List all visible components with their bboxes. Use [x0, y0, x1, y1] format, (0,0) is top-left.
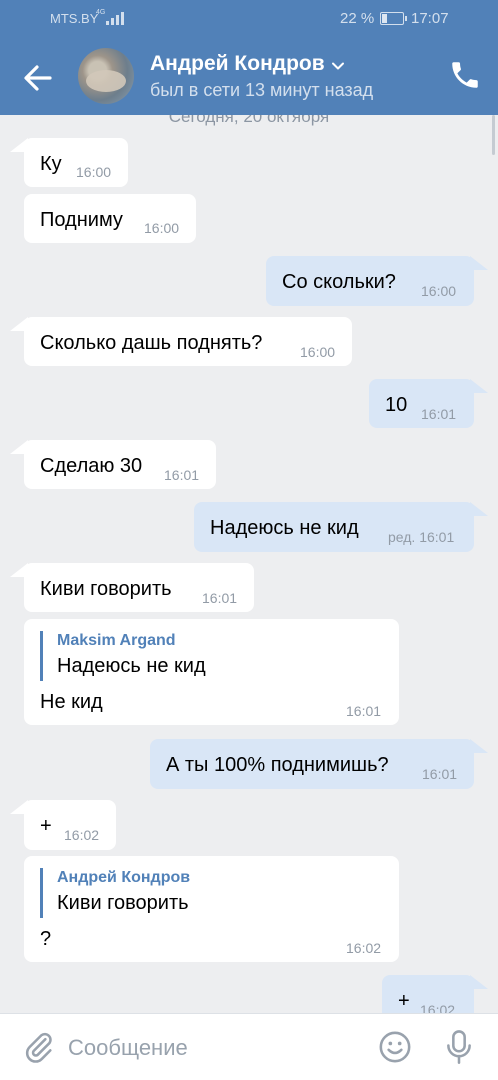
message-bubble-outgoing[interactable]: Надеюсь не кид ред. 16:01 — [194, 502, 488, 552]
reply-text: Надеюсь не кид — [57, 655, 206, 677]
message-time: 16:01 — [164, 467, 200, 483]
attach-button[interactable] — [22, 1030, 56, 1064]
carrier-name: MTS.BY — [50, 11, 99, 26]
message-bubble-incoming[interactable]: Киви говорить 16:01 — [10, 563, 254, 612]
message-time: 16:01 — [202, 590, 238, 606]
reply-text: Киви говорить — [57, 892, 189, 914]
message-bubble-incoming[interactable]: Подниму 16:00 — [24, 194, 196, 243]
message-text: + — [40, 815, 52, 837]
chat-scrollbar[interactable] — [492, 115, 495, 155]
message-bubble-incoming[interactable]: + 16:02 — [10, 800, 116, 850]
contact-status: был в сети 13 минут назад — [150, 80, 374, 100]
message-text: Киви говорить — [40, 578, 172, 600]
status-bar: MTS.BY 4G 22 % 17:07 — [0, 0, 498, 38]
message-text: А ты 100% поднимишь? — [166, 754, 389, 776]
contact-avatar[interactable] — [78, 48, 134, 104]
signal-icon — [106, 11, 124, 25]
battery-icon — [380, 12, 407, 25]
call-button[interactable] — [448, 58, 482, 92]
message-composer — [0, 1013, 498, 1080]
message-text: Надеюсь не кид — [210, 517, 359, 539]
message-bubble-outgoing[interactable]: А ты 100% поднимишь? 16:01 — [150, 739, 488, 789]
status-clock: 17:07 — [411, 10, 449, 27]
message-bubble-outgoing[interactable]: 10 16:01 — [369, 379, 488, 428]
message-text: + — [398, 990, 410, 1012]
message-time: 16:01 — [421, 406, 457, 422]
message-time: 16:02 — [346, 940, 382, 956]
message-text: Со скольки? — [282, 271, 396, 293]
message-time: 16:00 — [144, 220, 180, 236]
date-separator: Сегодня, 20 октября — [168, 115, 330, 126]
message-text: ? — [40, 928, 52, 950]
battery-level — [382, 14, 387, 23]
message-bubble-incoming[interactable]: Ку 16:00 — [10, 138, 128, 187]
message-bubble-outgoing[interactable]: Со скольки? 16:00 — [266, 256, 488, 306]
smiley-icon — [379, 1031, 411, 1063]
message-time: 16:02 — [420, 1002, 456, 1013]
message-time: 16:00 — [76, 164, 112, 180]
message-text: 10 — [385, 394, 408, 416]
reply-quote[interactable]: Андрей Кондров Киви говорить — [40, 868, 190, 918]
message-bubble-incoming[interactable]: Сделаю 30 16:01 — [10, 440, 216, 489]
paperclip-icon — [25, 1032, 52, 1063]
chevron-down-icon[interactable] — [330, 58, 346, 74]
reply-author: Maksim Argand — [57, 632, 176, 649]
message-time: 16:00 — [300, 344, 336, 360]
message-time: 16:01 — [422, 766, 458, 782]
message-time: 16:02 — [64, 827, 100, 843]
message-time: ред. 16:01 — [388, 529, 455, 545]
message-time: 16:00 — [421, 283, 457, 299]
mic-button[interactable] — [442, 1028, 476, 1066]
message-text: Подниму — [40, 209, 123, 231]
network-type: 4G — [96, 9, 106, 16]
message-list[interactable]: Сегодня, 20 октября Ку 16:00 Подниму 16:… — [0, 115, 498, 1013]
reply-author: Андрей Кондров — [57, 869, 191, 886]
message-text: Не кид — [40, 691, 103, 713]
chat-header: MTS.BY 4G 22 % 17:07 Андрей Кондров был … — [0, 0, 498, 115]
reply-quote[interactable]: Maksim Argand Надеюсь не кид — [40, 631, 206, 681]
arrow-left-icon — [24, 65, 52, 91]
message-input[interactable] — [68, 1028, 358, 1068]
message-time: 16:01 — [346, 703, 382, 719]
microphone-icon — [447, 1030, 471, 1064]
emoji-button[interactable] — [378, 1030, 412, 1064]
phone-icon — [452, 62, 478, 88]
message-bubble-outgoing[interactable]: + 16:02 — [382, 975, 488, 1013]
message-text: Сделаю 30 — [40, 455, 143, 477]
message-bubble-incoming[interactable]: Сколько дашь поднять? 16:00 — [10, 317, 352, 366]
battery-percent: 22 % — [340, 10, 375, 27]
message-text: Ку — [40, 153, 62, 175]
message-bubble-reply[interactable]: Maksim Argand Надеюсь не кид Не кид 16:0… — [24, 619, 399, 725]
back-button[interactable] — [18, 58, 58, 98]
message-text: Сколько дашь поднять? — [40, 332, 263, 354]
contact-name[interactable]: Андрей Кондров — [150, 52, 325, 76]
message-bubble-reply[interactable]: Андрей Кондров Киви говорить ? 16:02 — [24, 856, 399, 962]
